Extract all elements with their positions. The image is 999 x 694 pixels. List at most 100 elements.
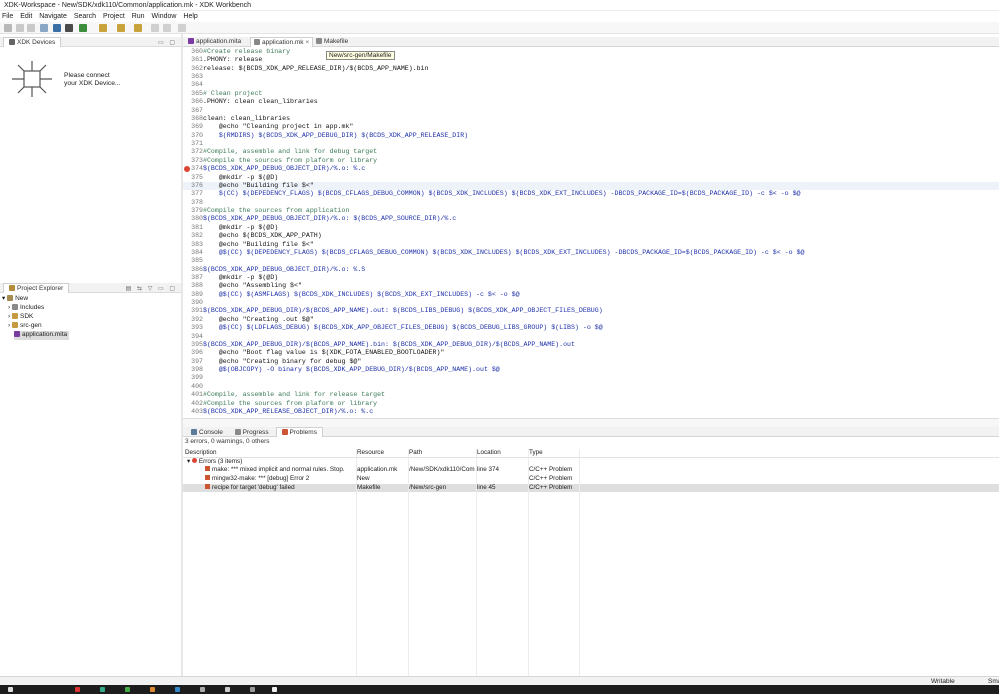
- code-line[interactable]: 371: [183, 140, 999, 148]
- code-editor[interactable]: 360 #Create release binary 361 .PHONY: rele…: [183, 48, 999, 418]
- search-icon[interactable]: [99, 24, 107, 32]
- tree-item-application-mita[interactable]: application.mita: [14, 331, 70, 340]
- menu-navigate[interactable]: Navigate: [37, 11, 69, 22]
- menu-window[interactable]: Window: [150, 11, 179, 22]
- code-line[interactable]: 362 release: $(BCDS_XDK_APP_RELEASE_DIR)/…: [183, 65, 999, 73]
- code-line[interactable]: 375 @mkdir -p $(@D): [183, 174, 999, 182]
- history-icon[interactable]: [178, 24, 186, 32]
- code-line[interactable]: 383 @echo "Building file $<": [183, 241, 999, 249]
- table-row[interactable]: make: *** mixed implicit and normal rule…: [183, 466, 999, 475]
- app-icon[interactable]: [225, 687, 230, 692]
- menu-run[interactable]: Run: [130, 11, 147, 22]
- app-icon[interactable]: [100, 687, 105, 692]
- code-line[interactable]: 378: [183, 199, 999, 207]
- code-line[interactable]: 384 @$(CC) $(DEPEDENCY_FLAGS) $(BCDS_CFL…: [183, 249, 999, 257]
- tab-application-mk[interactable]: application.mk ×: [250, 37, 314, 47]
- horizontal-sash[interactable]: [183, 418, 999, 427]
- next-annotation-icon[interactable]: [134, 24, 142, 32]
- code-line[interactable]: 397 @echo "Creating binary for debug $@": [183, 358, 999, 366]
- code-line[interactable]: 398 @$(OBJCOPY) -O binary $(BCDS_XDK_APP…: [183, 366, 999, 374]
- tab-problems[interactable]: Problems: [275, 427, 323, 437]
- tree-item-new[interactable]: ▾ New: [2, 295, 28, 304]
- code-line[interactable]: 402 #Compile the sources from plaform or …: [183, 400, 999, 408]
- code-line[interactable]: 389 @$(CC) $(ASMFLAGS) $(BCDS_XDK_INCLUD…: [183, 291, 999, 299]
- code-line[interactable]: 401 #Compile, assemble and link for relea…: [183, 391, 999, 399]
- table-row[interactable]: mingw32-make: *** [debug] Error 2 New C/…: [183, 475, 999, 484]
- save-icon[interactable]: [16, 24, 24, 32]
- forward-icon[interactable]: [163, 24, 171, 32]
- code-line[interactable]: 374 $(BCDS_XDK_APP_DEBUG_OBJECT_DIR)/%.o:…: [183, 165, 999, 173]
- column-path[interactable]: Path: [409, 449, 475, 458]
- new-file-icon[interactable]: [4, 24, 12, 32]
- code-line[interactable]: 387 @mkdir -p $(@D): [183, 274, 999, 282]
- code-line[interactable]: 400: [183, 383, 999, 391]
- code-line[interactable]: 381 @mkdir -p $(@D): [183, 224, 999, 232]
- code-line[interactable]: 377 $(CC) $(DEPEDENCY_FLAGS) $(BCDS_CFLA…: [183, 190, 999, 198]
- app-icon[interactable]: [75, 687, 80, 692]
- code-line[interactable]: 369 @echo "Cleaning project in app.mk": [183, 123, 999, 131]
- code-line[interactable]: 370 $(RMDIRS) $(BCDS_XDK_APP_DEBUG_DIR) …: [183, 132, 999, 140]
- code-line[interactable]: 365 # Clean project: [183, 90, 999, 98]
- save-all-icon[interactable]: [27, 24, 35, 32]
- tree-item-includes[interactable]: › Includes: [8, 304, 44, 313]
- column-description[interactable]: Description: [185, 449, 355, 458]
- xdk-workbench-taskbar-icon[interactable]: [272, 687, 277, 692]
- tab-application-mita[interactable]: application.mita: [185, 37, 244, 47]
- code-line[interactable]: 385: [183, 257, 999, 265]
- code-line[interactable]: 393 @$(CC) $(LDFLAGS_DEBUG) $(BCDS_XDK_A…: [183, 324, 999, 332]
- code-line[interactable]: 372 #Compile, assemble and link for debug…: [183, 148, 999, 156]
- table-row[interactable]: recipe for target 'debug' failed Makefil…: [183, 483, 999, 493]
- menu-project[interactable]: Project: [101, 11, 127, 22]
- code-line[interactable]: 386 $(BCDS_XDK_APP_DEBUG_OBJECT_DIR)/%.o:…: [183, 266, 999, 274]
- code-line[interactable]: 364: [183, 81, 999, 89]
- code-line[interactable]: 388 @echo "Assembling $<": [183, 282, 999, 290]
- code-line[interactable]: 361 .PHONY: release: [183, 56, 999, 64]
- tab-makefile[interactable]: Makefile: [313, 37, 351, 47]
- menu-search[interactable]: Search: [72, 11, 98, 22]
- flash-icon[interactable]: [65, 24, 73, 32]
- code-line[interactable]: 363: [183, 73, 999, 81]
- app-icon[interactable]: [175, 687, 180, 692]
- close-icon[interactable]: ×: [305, 39, 309, 46]
- code-line[interactable]: 380 $(BCDS_XDK_APP_DEBUG_OBJECT_DIR)/%.o:…: [183, 215, 999, 223]
- back-icon[interactable]: [151, 24, 159, 32]
- code-line[interactable]: 382 @echo $(BCDS_XDK_APP_PATH): [183, 232, 999, 240]
- column-type[interactable]: Type: [529, 449, 589, 458]
- tab-project-explorer[interactable]: Project Explorer: [3, 283, 70, 293]
- app-icon[interactable]: [150, 687, 155, 692]
- code-line[interactable]: 360 #Create release binary: [183, 48, 999, 56]
- tab-xdk-devices[interactable]: XDK Devices: [3, 37, 62, 47]
- menu-help[interactable]: Help: [181, 11, 199, 22]
- code-line[interactable]: 373 #Compile the sources from plaform or …: [183, 157, 999, 165]
- code-line[interactable]: 396 @echo "Boot flag value is $(XDK_FOTA…: [183, 349, 999, 357]
- print-icon[interactable]: [40, 24, 48, 32]
- column-resource[interactable]: Resource: [357, 449, 407, 458]
- code-line[interactable]: 368 clean: clean_libraries: [183, 115, 999, 123]
- code-line[interactable]: 399: [183, 374, 999, 382]
- build-icon[interactable]: [53, 24, 61, 32]
- code-line[interactable]: 379 #Compile the sources from application: [183, 207, 999, 215]
- panel-controls[interactable]: ▭ ▢: [158, 38, 177, 48]
- code-line[interactable]: 376 @echo "Building file $<": [183, 181, 999, 191]
- code-line[interactable]: 391 $(BCDS_XDK_APP_DEBUG_DIR)/$(BCDS_APP_…: [183, 307, 999, 315]
- menu-file[interactable]: File: [0, 11, 15, 22]
- code-line[interactable]: 367: [183, 107, 999, 115]
- code-line[interactable]: 390: [183, 299, 999, 307]
- explorer-controls[interactable]: ▤ ⇆ ▽ ▭ ▢: [126, 284, 177, 294]
- start-icon[interactable]: [8, 687, 13, 692]
- code-line[interactable]: 366 .PHONY: clean clean_libraries: [183, 98, 999, 106]
- error-group-row[interactable]: ▾ Errors (3 items): [183, 457, 999, 467]
- app-icon[interactable]: [125, 687, 130, 692]
- code-line[interactable]: 394: [183, 333, 999, 341]
- annotation-icon[interactable]: [117, 24, 125, 32]
- app-icon[interactable]: [200, 687, 205, 692]
- code-line[interactable]: 395 $(BCDS_XDK_APP_DEBUG_DIR)/$(BCDS_APP_…: [183, 341, 999, 349]
- tree-item-sdk[interactable]: › SDK: [8, 313, 33, 322]
- run-icon[interactable]: [79, 24, 87, 32]
- menu-edit[interactable]: Edit: [18, 11, 34, 22]
- code-line[interactable]: 392 @echo "Creating .out $@": [183, 316, 999, 324]
- code-line[interactable]: 403 $(BCDS_XDK_APP_RELEASE_OBJECT_DIR)/%.…: [183, 408, 999, 416]
- column-location[interactable]: Location: [477, 449, 527, 458]
- app-icon[interactable]: [250, 687, 255, 692]
- tree-item-src-gen[interactable]: › src-gen: [8, 322, 42, 331]
